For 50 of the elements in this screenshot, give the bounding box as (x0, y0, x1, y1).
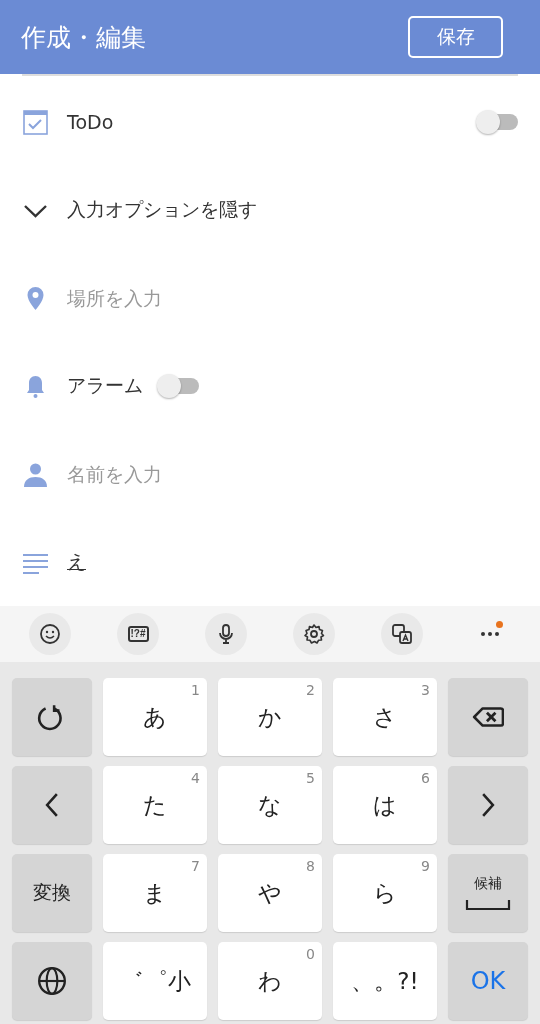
space-bar-icon (465, 899, 511, 911)
chevron-left-icon (45, 792, 59, 818)
translate-button[interactable] (381, 613, 423, 655)
keyboard-key[interactable]: さ 3 (333, 678, 437, 756)
key-digit: 2 (306, 682, 315, 698)
keyboard-key[interactable]: ゛゜小 (103, 942, 207, 1020)
globe-icon (36, 966, 68, 996)
backspace-key[interactable] (448, 678, 528, 756)
todo-checkbox-icon (22, 108, 49, 136)
convert-key[interactable]: 変換 (12, 854, 92, 932)
undo-key[interactable] (12, 678, 92, 756)
language-key[interactable] (12, 942, 92, 1020)
keyboard-key[interactable]: な 5 (218, 766, 322, 844)
emoji-icon (38, 622, 62, 646)
settings-icon (302, 622, 326, 646)
keyboard-key[interactable]: あ 1 (103, 678, 207, 756)
memo-text[interactable]: え (67, 549, 86, 575)
settings-button[interactable] (293, 613, 335, 655)
screen-title: 作成・編集 (21, 21, 146, 54)
keyboard-key[interactable]: か 2 (218, 678, 322, 756)
more-icon (481, 632, 499, 636)
key-digit: 6 (421, 770, 430, 786)
keyboard-key[interactable]: ま 7 (103, 854, 207, 932)
symbols-button[interactable]: !?# (117, 613, 159, 655)
keyboard-key[interactable]: は 6 (333, 766, 437, 844)
key-digit: 9 (421, 858, 430, 874)
key-digit: 5 (306, 770, 315, 786)
location-field[interactable]: 場所を入力 (67, 287, 367, 309)
options-toggle-link[interactable]: 入力オプションを隠す (67, 197, 257, 223)
emoji-button[interactable] (29, 613, 71, 655)
key-digit: 3 (421, 682, 430, 698)
key-digit: 8 (306, 858, 315, 874)
key-digit: 0 (306, 946, 315, 962)
mic-button[interactable] (205, 613, 247, 655)
toggle-switch[interactable] (476, 110, 518, 134)
keyboard-key[interactable]: ら 9 (333, 854, 437, 932)
name-field[interactable]: 名前を入力 (67, 463, 367, 485)
candidate-key[interactable]: 候補 (448, 854, 528, 932)
keyboard-key[interactable]: わ 0 (218, 942, 322, 1020)
keyboard-key[interactable]: た 4 (103, 766, 207, 844)
chevron-right-icon (481, 792, 495, 818)
keyboard-key[interactable]: や 8 (218, 854, 322, 932)
key-digit: 4 (191, 770, 200, 786)
toggle-label: ToDo (67, 111, 114, 133)
keyboard-key[interactable]: 、。?! (333, 942, 437, 1020)
key-digit: 7 (191, 858, 200, 874)
translate-icon (390, 622, 414, 646)
key-digit: 1 (191, 682, 200, 698)
toggle-label: アラーム (67, 373, 143, 398)
toggle-switch[interactable] (157, 374, 199, 398)
